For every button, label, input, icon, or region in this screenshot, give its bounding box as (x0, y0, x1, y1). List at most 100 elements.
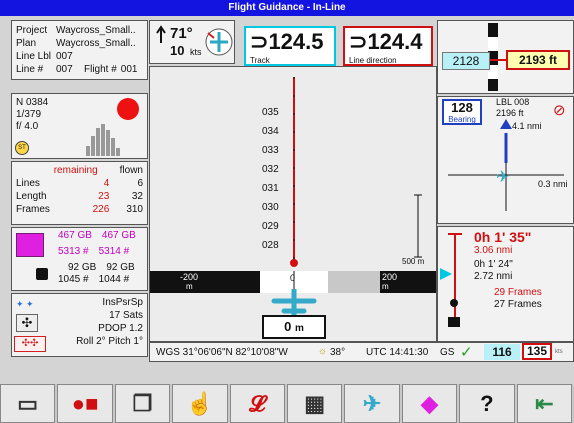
aircraft-icon (271, 289, 317, 315)
windows-icon: ❐ (132, 391, 153, 416)
line-lbl-label: Line Lbl (16, 51, 52, 62)
clip-icon: 𝓛 (249, 391, 266, 416)
lines-flown: 6 (137, 178, 143, 189)
storage-top-right: 467 GB (101, 230, 136, 241)
gs-label: GS (440, 347, 455, 358)
storage-gb-right: 92 GB (106, 262, 135, 273)
line-direction-number: 124.4 (367, 29, 423, 54)
wind-panel: 71° 10 kts (149, 20, 235, 64)
storage-panel[interactable]: 467 GB 467 GB 5313 # 5314 # 92 GB 92 GB 104… (11, 227, 148, 291)
new-line-button[interactable]: ▭ (0, 384, 56, 423)
windows-button[interactable]: ❐ (114, 384, 171, 423)
storage-top-left: 467 GB (58, 230, 92, 241)
scale-label: 033 (262, 145, 279, 156)
window-title: Flight Guidance - In-Line (0, 0, 574, 16)
bearing-nmi-up: 4.1 nmi (512, 121, 542, 131)
length-remaining: 23 (98, 191, 110, 202)
exit-icon: ⇤ (535, 391, 554, 416)
xtrack-right: 200 (382, 272, 398, 282)
frames-remaining: 226 (92, 204, 110, 215)
exit-button[interactable]: ⇤ (516, 384, 572, 423)
line-number-value: 007 (56, 64, 73, 75)
flight-lines-icon: ✣✣ (14, 336, 46, 352)
offset-unit: m (294, 323, 304, 334)
status-bar: WGS 31°06'06"N 82°10'08"W ☼ 38° UTC 14:4… (149, 342, 574, 362)
lock-icon (36, 268, 48, 280)
aircraft-small-icon: ✈ (496, 169, 510, 186)
plan-label: Plan (16, 38, 37, 49)
check-icon: ✓ (460, 344, 473, 361)
line-direction-label: Line direction (349, 56, 397, 65)
time-remaining: 0h 1' 35" (474, 229, 532, 245)
flight-value: 001 (120, 64, 138, 75)
record-icon: ●■ (71, 391, 99, 416)
guidance-map[interactable]: 035 034 033 032 031 030 029 028 500 m -200 m 0 … (149, 66, 437, 342)
shapes-icon: ◆ (421, 391, 438, 416)
touch-select-icon: ☝ (186, 391, 214, 416)
distance-remaining: 3.06 nmi (474, 245, 513, 256)
progress-pointer-icon (440, 268, 452, 280)
length-label: Length (16, 191, 47, 202)
help-button[interactable]: ? (459, 384, 515, 423)
storage-num-left: 1045 # (58, 274, 89, 285)
lines-summary-panel: remaining flown Lines 4 6 Length 23 32 Frames… (11, 161, 148, 225)
line-number-label: Line # (16, 64, 44, 75)
new-line-icon: ▭ (17, 391, 39, 416)
frames-flown: 310 (126, 204, 143, 215)
camera-panel[interactable]: N 0384 1/379 f/ 4.0 ST (11, 93, 148, 159)
project-panel: Project Waycross_Small.. Plan Waycross_Sma… (11, 20, 148, 80)
storage-disk-icon (16, 233, 44, 257)
offset-box: 0 m (262, 315, 326, 339)
aircraft-compass-icon (205, 28, 233, 56)
storage-mid-right: 5314 # (98, 246, 130, 257)
histogram-icon (86, 124, 120, 156)
bearing-panel: 128 Bearing LBL 008 2196 ft ⊘ 4.1 nmi 0.… (437, 96, 574, 224)
shapes-button[interactable]: ◆ (401, 384, 458, 423)
scale-label: 032 (262, 164, 279, 175)
help-icon: ? (480, 391, 494, 416)
map-layers-button[interactable]: ▦ (287, 384, 343, 423)
distance-secondary: 2.72 nmi (474, 271, 513, 282)
xtrack-left-unit: m (186, 282, 193, 291)
scale-label: 035 (262, 107, 279, 118)
time-secondary: 0h 1' 24" (474, 259, 513, 270)
altitude-panel: 2128 2193 ft (437, 20, 574, 94)
xtrack-right-unit: m (382, 282, 389, 291)
map-layers-icon: ▦ (304, 391, 326, 416)
offset-value: 0 (284, 319, 292, 334)
record-indicator-icon (117, 98, 139, 120)
wind-arrow-icon (156, 25, 166, 43)
sun-angle: 38° (330, 347, 346, 358)
remaining-header: remaining (53, 165, 98, 176)
gs-value: 116 (484, 344, 520, 360)
project-value: Waycross_Small.. (56, 25, 136, 36)
lines-label: Lines (16, 178, 40, 189)
sun-icon: ☼ (318, 346, 328, 357)
st-badge-icon: ST (15, 141, 29, 155)
storage-num-right: 1044 # (98, 274, 130, 285)
xtrack-center: 0 (290, 273, 296, 283)
timing-panel: 0h 1' 35" 3.06 nmi 0h 1' 24" 2.72 nmi 29… (437, 226, 574, 342)
frames-remaining-count: 29 Frames (494, 287, 542, 298)
clip-button[interactable]: 𝓛 (229, 384, 285, 423)
line-direction-value: ⊃124.4 (349, 29, 423, 54)
gps-panel[interactable]: InsPsrSp 17 Sats PDOP 1.2 Roll 2° Pitch … (11, 293, 148, 357)
frames-secondary-count: 27 Frames (494, 299, 542, 310)
scale-label: 029 (262, 221, 279, 232)
altitude-target: 2193 ft (506, 50, 570, 70)
gs-unit: kts (555, 349, 563, 355)
scale-bar-label: 500 m (402, 257, 425, 266)
lines-remaining: 4 (103, 178, 110, 189)
aircraft-profile-button[interactable]: ✈ (344, 384, 400, 423)
storage-gb-left: 92 GB (68, 262, 97, 273)
scale-label: 028 (262, 240, 279, 251)
crosshair-icon: ✣ (16, 314, 38, 332)
touch-select-button[interactable]: ☝ (172, 384, 228, 423)
storage-mid-left: 5313 # (58, 246, 89, 257)
coordinates: WGS 31°06'06"N 82°10'08"W (156, 347, 288, 358)
bearing-cross (448, 119, 564, 211)
track-value: ⊃124.5 (250, 29, 324, 54)
frames-label: Frames (16, 204, 50, 215)
gs-target: 135 (522, 343, 552, 360)
record-button[interactable]: ●■ (57, 384, 113, 423)
